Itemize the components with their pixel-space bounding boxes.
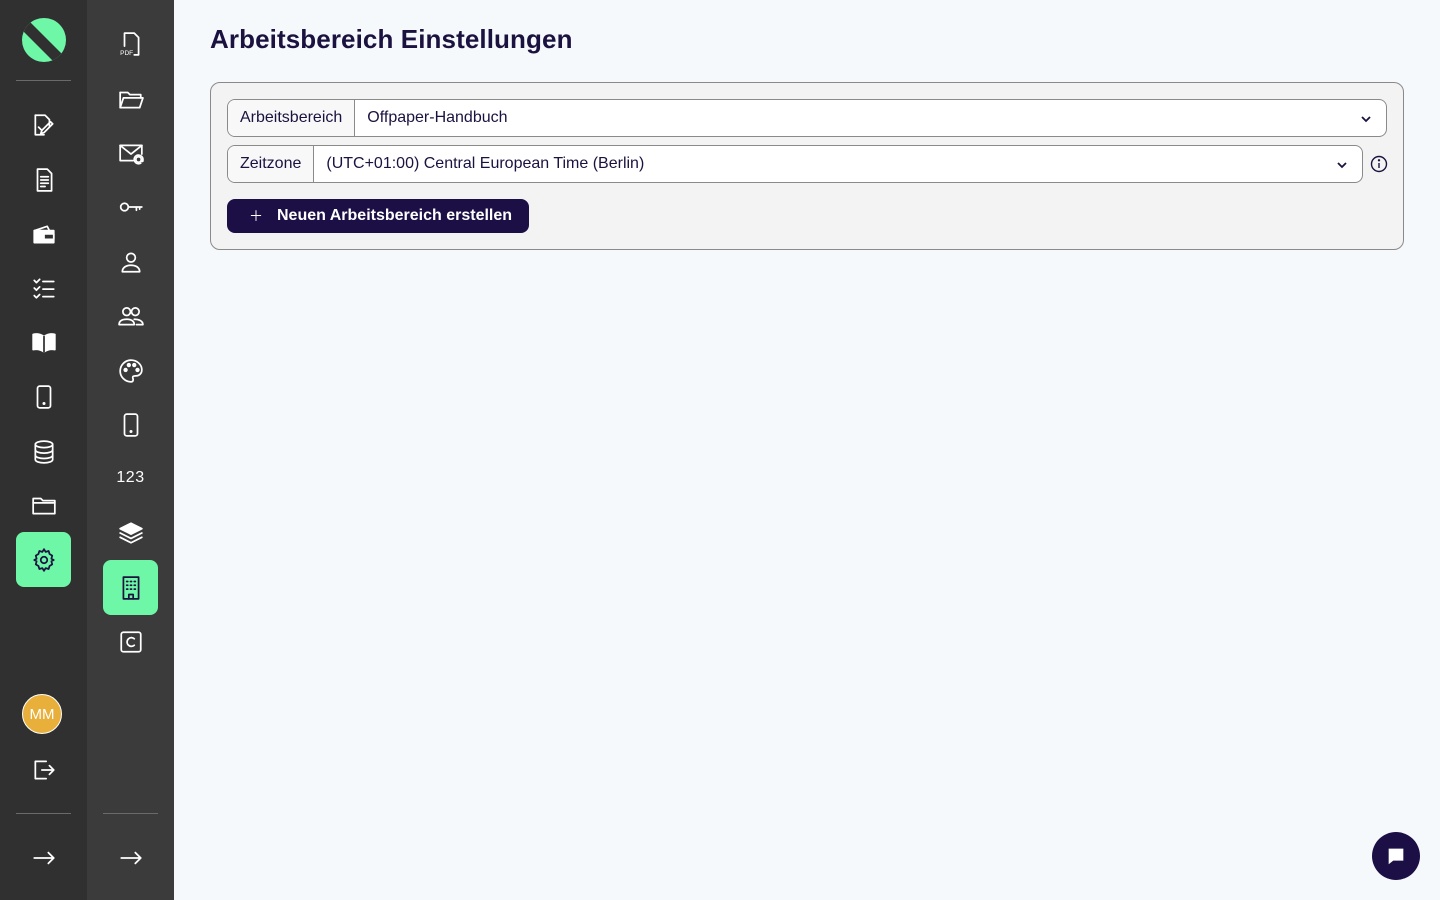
logout-icon	[33, 759, 55, 780]
workspace-label: Arbeitsbereich	[228, 100, 356, 136]
settings-sidebar: PDF 123	[87, 0, 174, 900]
phone-icon	[123, 412, 138, 437]
phone-icon	[36, 384, 51, 409]
create-workspace-label: Neuen Arbeitsbereich erstellen	[277, 207, 513, 224]
users-icon	[117, 306, 144, 326]
settings-icon	[32, 547, 55, 572]
workspace-settings-panel: Arbeitsbereich Offpaper-Handbuch Zeitzon…	[210, 82, 1404, 250]
workspace-select-value: Offpaper-Handbuch	[367, 109, 508, 126]
workspace-select-group: Arbeitsbereich Offpaper-Handbuch	[227, 99, 1387, 137]
nav-handbook[interactable]	[16, 314, 71, 369]
chat-icon	[1388, 848, 1404, 865]
nav-checklist[interactable]	[16, 260, 71, 315]
logo-icon[interactable]	[22, 18, 66, 62]
settings-user[interactable]	[103, 234, 158, 289]
copyright-icon	[119, 630, 142, 653]
pdf-icon: PDF	[120, 31, 139, 56]
checklist-icon	[32, 277, 55, 299]
user-avatar[interactable]: MM	[22, 694, 62, 734]
settings-pdf[interactable]: PDF	[103, 16, 158, 71]
settings-theme[interactable]	[103, 343, 158, 398]
settings-keys[interactable]	[103, 179, 158, 234]
arrow-right-icon	[119, 851, 142, 864]
expand-sidebar-button[interactable]	[16, 830, 71, 885]
logout-button[interactable]	[16, 742, 71, 797]
edit-document-icon	[33, 113, 54, 136]
chevron-down-icon	[1336, 158, 1348, 170]
palette-icon	[118, 358, 143, 383]
layers-icon	[118, 521, 143, 544]
chat-support-button[interactable]	[1372, 832, 1420, 880]
create-workspace-button[interactable]: ＋ Neuen Arbeitsbereich erstellen	[227, 199, 530, 233]
timezone-label: Zeitzone	[228, 146, 315, 182]
numbers-icon: 123	[116, 468, 145, 486]
nav-database[interactable]	[16, 424, 71, 479]
svg-text:PDF: PDF	[120, 49, 133, 56]
nav-mobile[interactable]	[16, 369, 71, 424]
key-icon	[119, 201, 143, 212]
arrow-right-icon	[32, 851, 55, 864]
timezone-select-value: (UTC+01:00) Central European Time (Berli…	[326, 155, 645, 172]
nav-documents[interactable]	[16, 152, 71, 207]
mail-at-icon	[118, 144, 144, 165]
divider	[103, 813, 158, 814]
book-icon	[31, 332, 56, 353]
plus-icon: ＋	[249, 208, 263, 224]
settings-numbering[interactable]: 123	[103, 450, 158, 505]
settings-users[interactable]	[103, 288, 158, 343]
settings-workspace[interactable]	[103, 560, 158, 615]
primary-sidebar: MM	[0, 0, 87, 900]
database-icon	[33, 439, 54, 464]
settings-layers[interactable]	[103, 505, 158, 560]
info-icon[interactable]	[1370, 155, 1388, 173]
page-title: Arbeitsbereich Einstellungen	[210, 24, 573, 54]
timezone-select[interactable]: (UTC+01:00) Central European Time (Berli…	[314, 146, 1362, 182]
settings-mail[interactable]	[103, 125, 158, 180]
workspace-select[interactable]: Offpaper-Handbuch	[355, 100, 1386, 136]
settings-mobile[interactable]	[103, 397, 158, 452]
timezone-select-group: Zeitzone (UTC+01:00) Central European Ti…	[227, 145, 1363, 183]
nav-files[interactable]	[16, 477, 71, 532]
folder-icon	[31, 497, 56, 515]
document-icon	[36, 167, 52, 192]
nav-settings[interactable]	[16, 532, 71, 587]
nav-wallet[interactable]	[16, 207, 71, 262]
divider	[16, 80, 71, 81]
folder-open-icon	[118, 91, 144, 109]
settings-copyright[interactable]	[103, 614, 158, 669]
wallet-icon	[32, 224, 55, 243]
divider	[16, 813, 71, 814]
settings-folders[interactable]	[103, 71, 158, 126]
expand-settings-sidebar-button[interactable]	[103, 830, 158, 885]
chevron-down-icon	[1360, 112, 1372, 124]
user-icon	[120, 251, 141, 273]
nav-editor[interactable]	[16, 97, 71, 152]
building-icon	[122, 575, 139, 600]
